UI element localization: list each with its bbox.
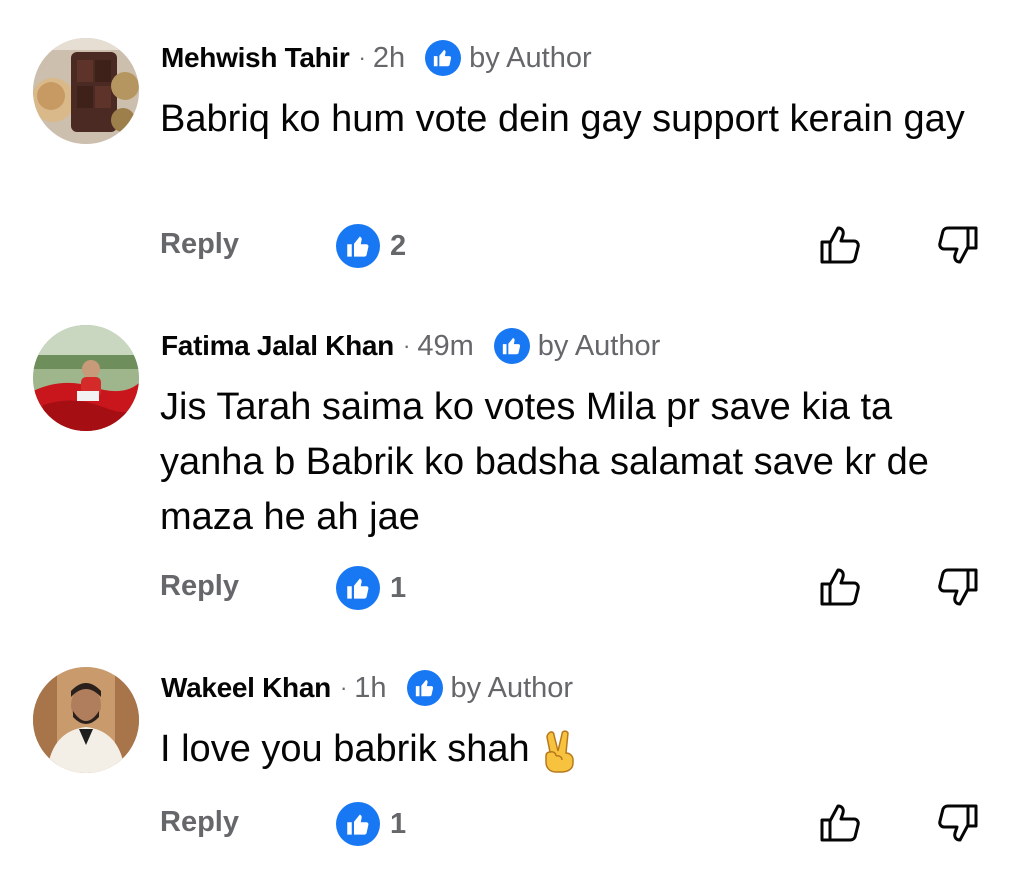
timestamp[interactable]: 1h <box>354 672 386 705</box>
thumbs-up-badge-icon <box>493 328 530 364</box>
thumbs-down-outline-icon <box>938 226 978 264</box>
meta-separator: · <box>402 333 411 358</box>
comment-actions: Reply 1 <box>0 800 1024 850</box>
comment-thread: Mehwish Tahir · 2h by Author Babriq ko h… <box>0 0 1024 873</box>
comment-text: Jis Tarah saima ko votes Mila pr save ki… <box>160 386 929 538</box>
downvote-button[interactable] <box>935 564 981 610</box>
reaction-count: 2 <box>390 229 407 262</box>
author-like-badge: by Author <box>425 40 592 76</box>
victory-hand-emoji-icon <box>544 730 574 773</box>
author-badge-label: by Author <box>450 671 574 704</box>
comment-actions: Reply 1 <box>0 564 1024 614</box>
author-name[interactable]: Fatima Jalal Khan <box>161 330 394 362</box>
meta-separator: · <box>339 675 348 700</box>
comment-text: Babriq ko hum vote dein gay support kera… <box>160 98 965 140</box>
reaction-count: 1 <box>390 807 407 840</box>
avatar[interactable] <box>33 38 139 144</box>
author-name[interactable]: Wakeel Khan <box>161 672 331 704</box>
reaction-summary[interactable]: 2 <box>336 224 406 268</box>
comment-meta: Mehwish Tahir · 2h by Author <box>161 36 592 80</box>
avatar[interactable] <box>33 325 139 431</box>
comment-actions: Reply 2 <box>0 222 1024 272</box>
like-reaction-icon <box>336 224 380 268</box>
upvote-button[interactable] <box>817 564 863 610</box>
reply-button[interactable]: Reply <box>160 806 239 839</box>
thumbs-up-outline-icon <box>820 804 860 842</box>
downvote-button[interactable] <box>935 800 981 846</box>
timestamp[interactable]: 49m <box>417 330 473 363</box>
avatar-image <box>33 667 139 773</box>
timestamp[interactable]: 2h <box>373 42 405 75</box>
thumbs-up-badge-icon <box>406 670 443 706</box>
like-reaction-icon <box>336 566 380 610</box>
author-badge-label: by Author <box>469 41 592 74</box>
thumbs-up-badge-icon <box>425 40 462 76</box>
reaction-summary[interactable]: 1 <box>336 566 406 610</box>
thumbs-down-outline-icon <box>938 568 978 606</box>
avatar[interactable] <box>33 667 139 773</box>
upvote-button[interactable] <box>817 222 863 268</box>
reaction-count: 1 <box>390 571 407 604</box>
avatar-image <box>33 38 139 144</box>
downvote-button[interactable] <box>935 222 981 268</box>
author-name[interactable]: Mehwish Tahir <box>161 42 350 74</box>
thumbs-down-outline-icon <box>938 804 978 842</box>
reaction-summary[interactable]: 1 <box>336 802 406 846</box>
like-reaction-icon <box>336 802 380 846</box>
meta-separator: · <box>358 45 366 70</box>
thumbs-up-outline-icon <box>820 568 860 606</box>
author-like-badge: by Author <box>406 670 574 706</box>
thumbs-up-outline-icon <box>820 226 860 264</box>
avatar-image <box>33 325 139 431</box>
reply-button[interactable]: Reply <box>160 228 239 261</box>
upvote-button[interactable] <box>817 800 863 846</box>
comment-text: I love you babrik shah <box>160 722 1000 777</box>
reply-button[interactable]: Reply <box>160 570 239 603</box>
comment-meta: Wakeel Khan · 1h by Author <box>161 666 573 710</box>
author-like-badge: by Author <box>493 328 661 364</box>
author-badge-label: by Author <box>537 329 661 362</box>
comment-text-content: I love you babrik shah <box>160 728 530 770</box>
comment-meta: Fatima Jalal Khan · 49m by Author <box>161 324 660 368</box>
